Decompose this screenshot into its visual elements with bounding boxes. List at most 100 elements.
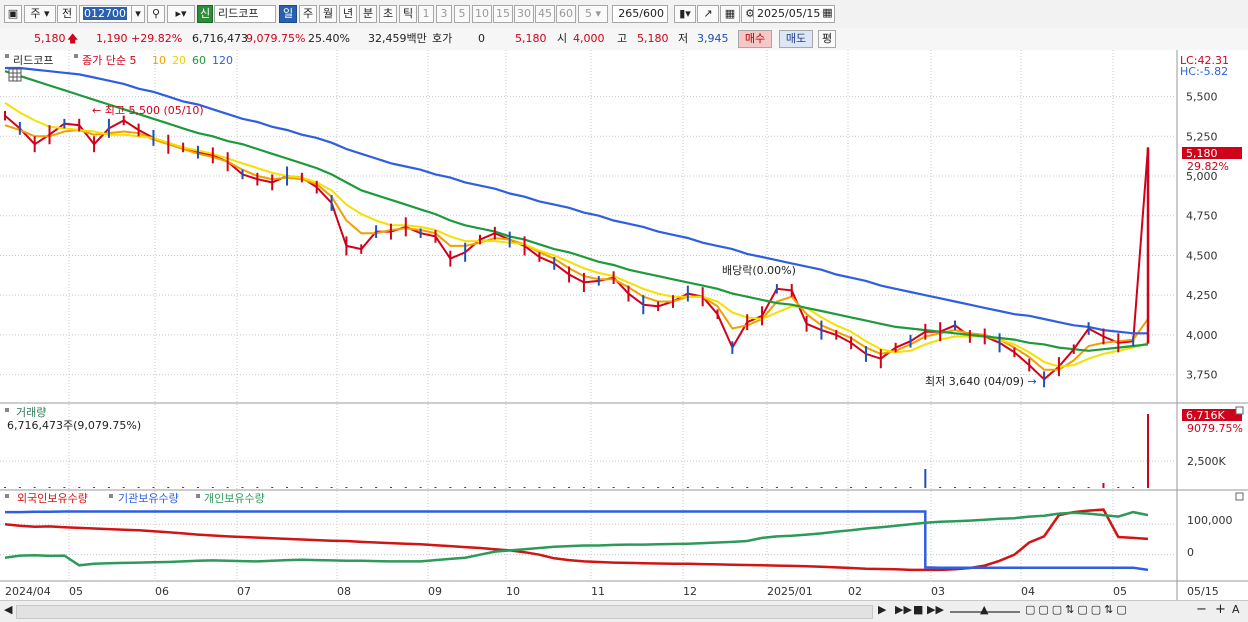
volume-bar xyxy=(701,487,704,488)
eval-button[interactable]: 평 xyxy=(818,30,836,48)
period-select[interactable]: 주 ▾ xyxy=(24,5,56,23)
volume-bar xyxy=(894,487,897,488)
layout-icon[interactable]: ▣ xyxy=(4,5,22,23)
volume-bar xyxy=(835,487,838,488)
high-value: 5,180 xyxy=(637,32,669,45)
count-select[interactable]: 5 ▾ xyxy=(578,5,608,23)
line-tool-icon[interactable]: ↗ xyxy=(697,5,719,23)
volume-bar xyxy=(627,487,630,488)
volume-bar xyxy=(523,487,526,488)
volume-bar xyxy=(657,487,660,488)
volume-handle-icon[interactable] xyxy=(5,408,9,412)
new-button[interactable]: 신 xyxy=(197,5,213,23)
volume-bar xyxy=(330,487,333,488)
x-tick-label: 12 xyxy=(683,585,697,598)
fast-forward-icon[interactable]: ▶▶ xyxy=(895,603,912,616)
num-60[interactable]: 60 xyxy=(556,5,576,23)
holding-tick-0: 0 xyxy=(1187,546,1194,559)
num-5[interactable]: 5 xyxy=(454,5,470,23)
count-select-value: 5 xyxy=(584,7,592,20)
price-tick-label: 4,000 xyxy=(1186,329,1218,342)
speaker-icon[interactable]: ▸▾ xyxy=(167,5,195,23)
legend-individual: 개인보유수량 xyxy=(204,492,265,505)
volume-title: 거래량 xyxy=(16,406,46,419)
code-dropdown-icon[interactable]: ▾ xyxy=(131,5,145,23)
zoom-handle-icon[interactable]: ▲ xyxy=(980,603,988,616)
volume-bar xyxy=(686,487,689,488)
volume-bar xyxy=(879,487,882,488)
scroll-right-icon[interactable]: ▶ xyxy=(878,603,886,616)
num-15[interactable]: 15 xyxy=(493,5,513,23)
num-1[interactable]: 1 xyxy=(418,5,434,23)
zoom-out-icon[interactable]: − xyxy=(1196,602,1207,617)
volume-bar xyxy=(375,487,378,488)
next-icon[interactable]: ▶▶ xyxy=(927,603,944,616)
search-icon[interactable]: ⚲ xyxy=(147,5,165,23)
buy-button[interactable]: 매수 xyxy=(738,30,772,48)
stock-code-text: 012700 xyxy=(83,7,127,20)
volume-bar xyxy=(1028,487,1031,488)
x-tick-label: 05/15 xyxy=(1187,585,1219,598)
interval-second[interactable]: 초 xyxy=(379,5,397,23)
volume-bar xyxy=(182,487,185,488)
candle-icon[interactable]: ▮▾ xyxy=(674,5,696,23)
chart-grid-icon[interactable]: ▦ xyxy=(720,5,740,23)
prev-button[interactable]: 전 xyxy=(57,5,77,23)
num-10[interactable]: 10 xyxy=(472,5,492,23)
scroll-left-icon[interactable]: ◀ xyxy=(4,603,12,616)
close-icon[interactable] xyxy=(1235,492,1244,501)
legend-ma60: 60 xyxy=(192,54,206,67)
tool-icons[interactable]: ▢▢▢⇅▢▢⇅▢ xyxy=(1025,603,1130,616)
num-3[interactable]: 3 xyxy=(436,5,452,23)
turnover: 25.40% xyxy=(308,32,350,45)
font-size-icon[interactable]: A xyxy=(1232,603,1240,616)
volume-bar xyxy=(983,487,986,488)
interval-month[interactable]: 월 xyxy=(319,5,337,23)
zoom-in-icon[interactable]: + xyxy=(1215,602,1226,617)
volume-bar xyxy=(211,487,214,488)
pane-handle-icon[interactable] xyxy=(5,54,9,58)
up-arrow-icon: 🡅 xyxy=(67,32,79,45)
scroll-bar[interactable]: ◀ ▶ ▶▶ ■ ▶▶ ▲ ▢▢▢⇅▢▢⇅▢ − + A xyxy=(0,600,1248,622)
interval-minute[interactable]: 분 xyxy=(359,5,377,23)
close-icon[interactable] xyxy=(1235,406,1244,415)
bar-count-field[interactable]: 265/600 xyxy=(612,5,668,23)
stock-name-field[interactable]: 리드코프 xyxy=(214,5,276,23)
price-tick-label: 4,500 xyxy=(1186,249,1218,262)
volume-bar xyxy=(493,487,496,488)
volume-bar xyxy=(716,487,719,488)
bar-total: /600 xyxy=(639,7,664,20)
volume-bar xyxy=(419,487,422,488)
volume-ratio: 9,079.75% xyxy=(246,32,306,45)
legend-institution-handle-icon xyxy=(109,494,113,498)
legend-handle-icon[interactable] xyxy=(74,54,78,58)
volume-bar xyxy=(1043,487,1046,488)
scroll-track[interactable] xyxy=(16,605,873,619)
num-45[interactable]: 45 xyxy=(535,5,555,23)
legend-individual-handle-icon xyxy=(196,494,200,498)
table-icon[interactable] xyxy=(8,68,22,82)
chart-area[interactable]: 5,5005,2505,0004,7504,5004,2504,0003,750… xyxy=(0,50,1248,600)
period-select-label: 주 xyxy=(30,7,41,20)
calendar-icon[interactable]: ▦ xyxy=(820,5,835,23)
interval-day[interactable]: 일 xyxy=(279,5,297,23)
interval-year[interactable]: 년 xyxy=(339,5,357,23)
hc-label: HC:-5.82 xyxy=(1180,65,1228,78)
legend-ma120: 120 xyxy=(212,54,233,67)
num-30[interactable]: 30 xyxy=(514,5,534,23)
volume-bar xyxy=(434,487,437,488)
interval-tick[interactable]: 틱 xyxy=(399,5,417,23)
volume-bar xyxy=(404,487,407,488)
volume-bar xyxy=(256,487,259,488)
holding-handle-icon[interactable] xyxy=(5,494,9,498)
stop-icon[interactable]: ■ xyxy=(913,603,923,616)
volume-bar xyxy=(479,487,482,488)
legend-ma5: 종가 단순 5 xyxy=(82,54,136,67)
interval-week[interactable]: 주 xyxy=(299,5,317,23)
legend-institution: 기관보유수량 xyxy=(118,492,179,505)
x-tick-label: 2024/04 xyxy=(5,585,51,598)
volume-bar xyxy=(671,487,674,488)
x-tick-label: 08 xyxy=(337,585,351,598)
sell-button[interactable]: 매도 xyxy=(779,30,813,48)
volume-bar xyxy=(4,487,6,488)
